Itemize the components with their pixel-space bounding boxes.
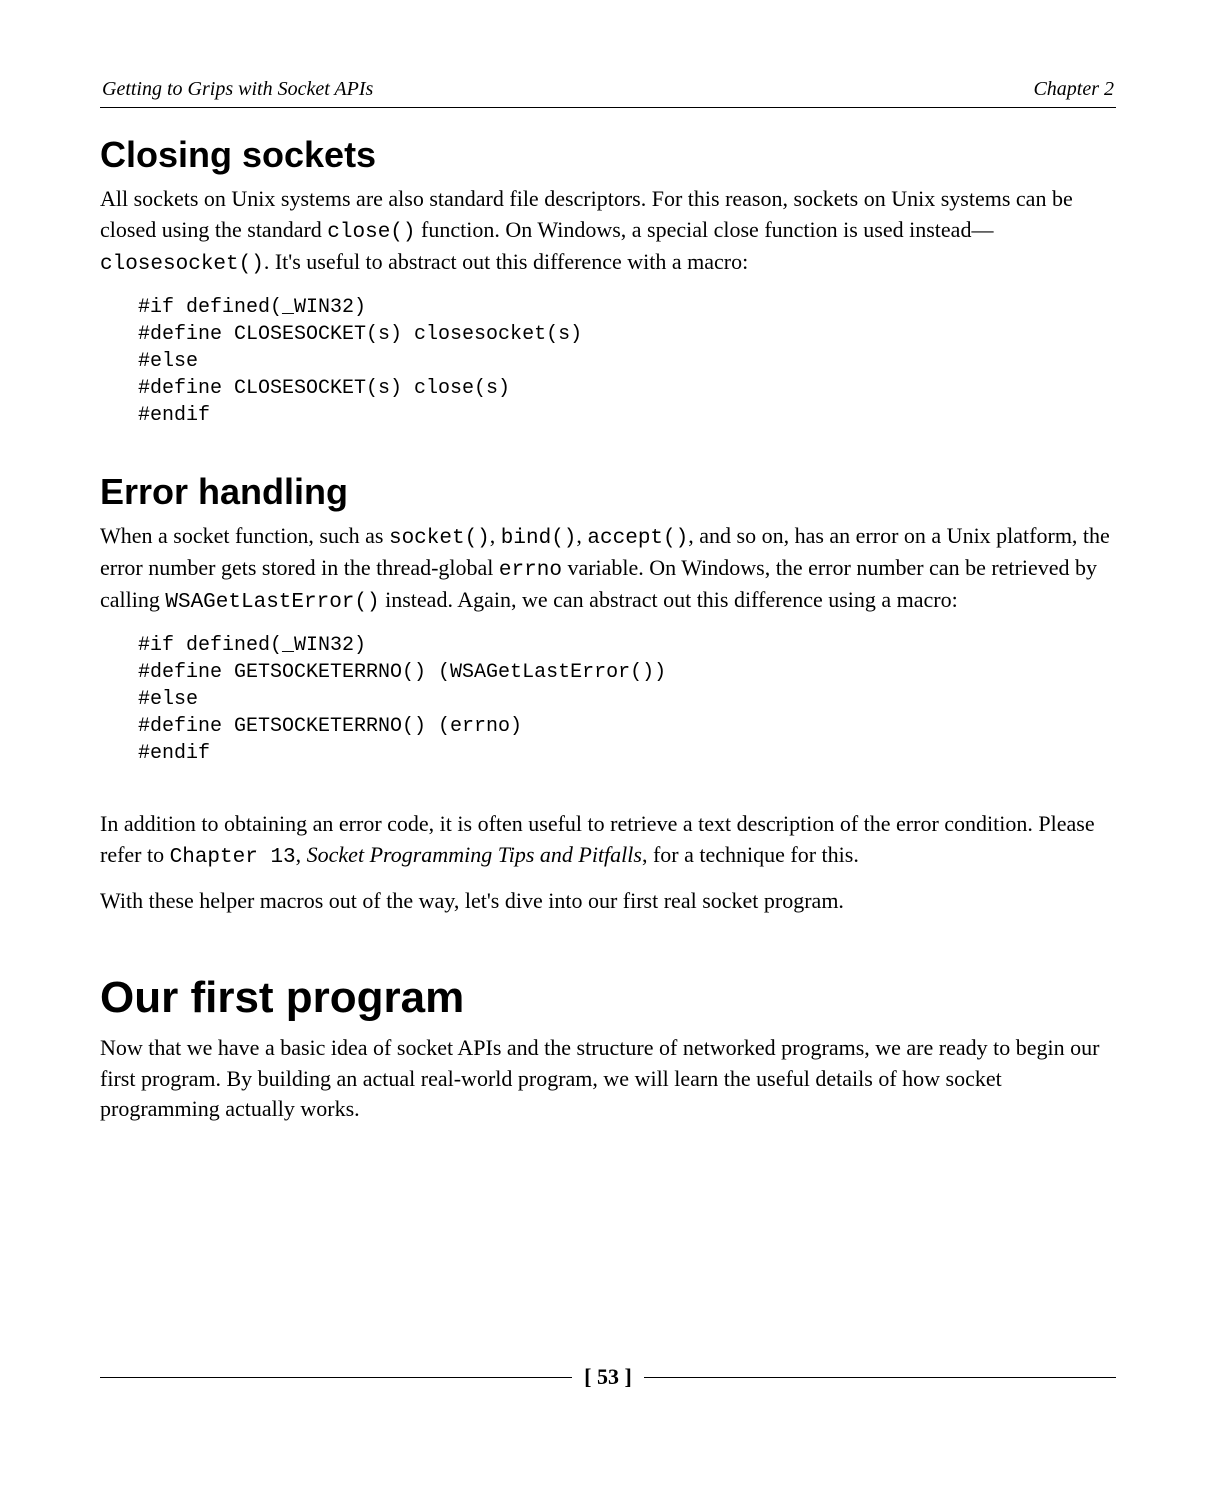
- para-error-handling-2: In addition to obtaining an error code, …: [100, 809, 1116, 872]
- inline-code-bind: bind(): [501, 527, 577, 550]
- book-ref-title: Socket Programming Tips and Pitfalls: [307, 842, 642, 867]
- para-error-handling-3: With these helper macros out of the way,…: [100, 886, 1116, 917]
- para-closing-sockets: All sockets on Unix systems are also sta…: [100, 184, 1116, 280]
- heading-our-first-program: Our first program: [100, 973, 1116, 1023]
- header-right: Chapter 2: [1033, 78, 1114, 101]
- footer-rule-right: [644, 1377, 1116, 1378]
- code-block-closesocket-macro: #if defined(_WIN32) #define CLOSESOCKET(…: [138, 294, 1116, 429]
- text: function. On Windows, a special close fu…: [416, 217, 994, 242]
- page: Getting to Grips with Socket APIs Chapte…: [0, 0, 1216, 1500]
- footer-rule-left: [100, 1377, 572, 1378]
- inline-code-accept: accept(): [587, 527, 688, 550]
- text: ,: [576, 523, 587, 548]
- inline-code-chapter13: Chapter 13: [170, 846, 296, 869]
- inline-code-close: close(): [327, 221, 415, 244]
- inline-code-wsagetlasterror: WSAGetLastError(): [165, 591, 379, 614]
- header-left: Getting to Grips with Socket APIs: [102, 78, 373, 101]
- heading-closing-sockets: Closing sockets: [100, 134, 1116, 176]
- inline-code-closesocket: closesocket(): [100, 253, 264, 276]
- code-block-getsocketerrno-macro: #if defined(_WIN32) #define GETSOCKETERR…: [138, 632, 1116, 767]
- text: ,: [296, 842, 307, 867]
- para-our-first-program: Now that we have a basic idea of socket …: [100, 1033, 1116, 1125]
- para-error-handling-1: When a socket function, such as socket()…: [100, 521, 1116, 618]
- text: . It's useful to abstract out this diffe…: [264, 249, 748, 274]
- inline-code-errno: errno: [499, 559, 562, 582]
- heading-error-handling: Error handling: [100, 471, 1116, 513]
- running-header: Getting to Grips with Socket APIs Chapte…: [100, 78, 1116, 108]
- text: , for a technique for this.: [642, 842, 859, 867]
- text: ,: [490, 523, 501, 548]
- page-number: [ 53 ]: [572, 1364, 644, 1390]
- inline-code-socket: socket(): [389, 527, 490, 550]
- page-footer: [ 53 ]: [100, 1364, 1116, 1390]
- text: instead. Again, we can abstract out this…: [380, 587, 958, 612]
- text: When a socket function, such as: [100, 523, 389, 548]
